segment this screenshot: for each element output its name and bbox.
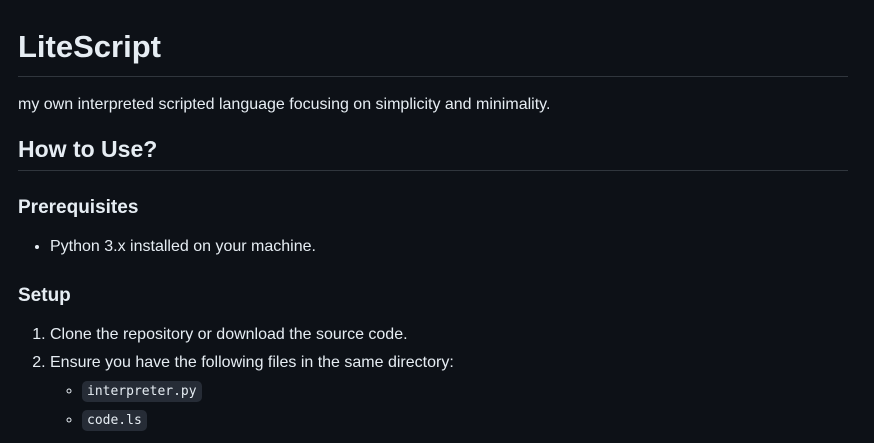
- prerequisites-list: Python 3.x installed on your machine.: [18, 235, 848, 259]
- readme-content: LiteScript my own interpreted scripted l…: [0, 0, 874, 433]
- required-file-item: interpreter.py: [82, 379, 848, 404]
- file-code-interpreter: interpreter.py: [82, 381, 202, 402]
- prerequisites-heading: Prerequisites: [18, 197, 139, 218]
- required-files-list: interpreter.py code.ls: [50, 379, 848, 433]
- setup-step-item: Clone the repository or download the sou…: [50, 323, 848, 347]
- required-file-item: code.ls: [82, 408, 848, 433]
- prerequisite-item: Python 3.x installed on your machine.: [50, 235, 848, 259]
- setup-step-item: Ensure you have the following files in t…: [50, 351, 848, 433]
- file-code-ls: code.ls: [82, 410, 147, 431]
- setup-steps-list: Clone the repository or download the sou…: [18, 323, 848, 433]
- readme-description: my own interpreted scripted language foc…: [18, 96, 551, 113]
- how-to-use-heading: How to Use?: [18, 135, 848, 171]
- setup-heading: Setup: [18, 285, 71, 306]
- setup-step-text: Clone the repository or download the sou…: [50, 326, 408, 343]
- readme-title: LiteScript: [18, 0, 848, 77]
- setup-step-text: Ensure you have the following files in t…: [50, 354, 454, 371]
